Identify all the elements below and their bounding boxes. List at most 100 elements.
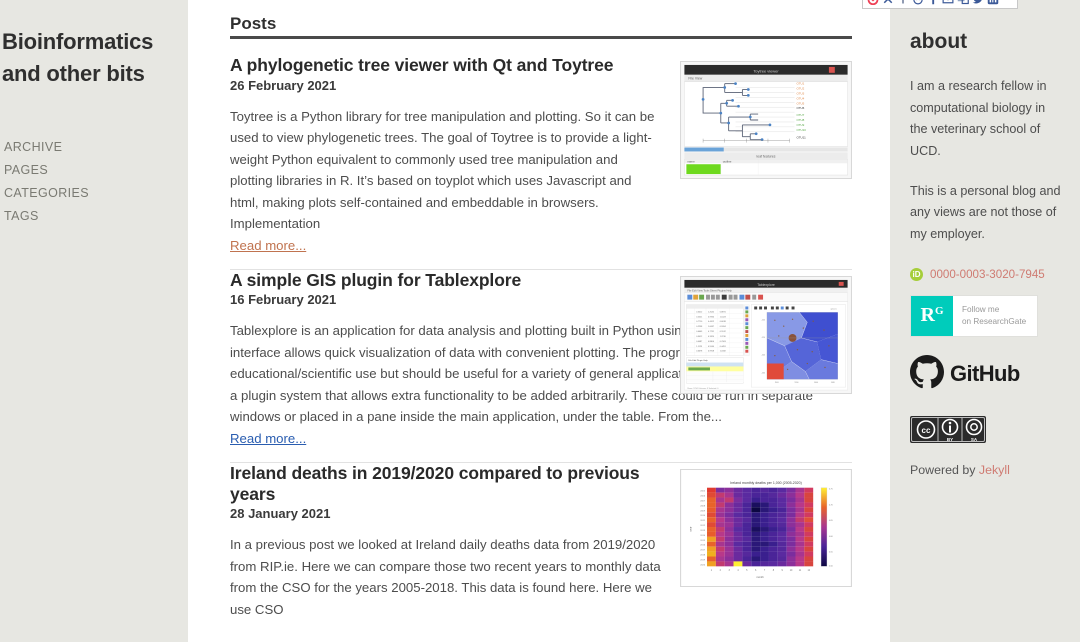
site-title-line2: and other bits [2,60,145,86]
read-more-link[interactable]: Read more... [230,431,306,446]
pocket-icon[interactable] [867,0,879,5]
post-title[interactable]: A simple GIS plugin for Tablexplore [230,270,662,291]
sidebar-item-archive[interactable]: ARCHIVE [4,136,190,159]
svg-text:OTU1: OTU1 [796,82,804,86]
svg-text:0.9204: 0.9204 [720,326,727,328]
svg-text:0.5521: 0.5521 [696,316,702,318]
svg-text:OTU3: OTU3 [796,91,804,95]
svg-text:Rows: 1234 Columns: 9 Select: Rows: 1234 Columns: 9 Selected: 0 [687,387,719,390]
creative-commons-badge[interactable]: cc BY SA [910,415,986,443]
svg-text:2009: 2009 [700,510,706,512]
svg-text:Toytree viewer: Toytree viewer [753,68,779,73]
jekyll-link[interactable]: Jekyll [979,463,1010,477]
post-item: Ireland deaths in 2019/2020 compared to … [230,463,852,636]
researchgate-icon: RG [911,295,953,336]
researchgate-mark-sup: G [934,304,944,317]
about-paragraph-1: I am a research fellow in computational … [910,79,1047,158]
powered-by-prefix: Powered by [910,462,979,477]
svg-text:0.3412: 0.3412 [696,311,702,313]
svg-text:0.75: 0.75 [829,489,833,491]
linkedin-icon[interactable] [987,0,999,5]
close-icon[interactable] [882,0,894,5]
svg-text:cc: cc [922,426,931,435]
researchgate-label: Follow me on ResearchGate [953,296,1037,336]
post-title[interactable]: A phylogenetic tree viewer with Qt and T… [230,55,662,76]
svg-text:0.2298: 0.2298 [696,326,702,328]
svg-text:5500: 5500 [775,382,779,384]
orcid-id-text[interactable]: 0000-0003-3020-7945 [930,268,1045,281]
sidebar-nav: ARCHIVE PAGES CATEGORIES TAGS [0,136,190,228]
sidebar-item-pages[interactable]: PAGES [4,159,190,182]
svg-text:0.5540: 0.5540 [708,346,715,348]
site-title-line1: Bioinformatics [2,29,154,54]
svg-text:2017: 2017 [700,550,706,552]
left-sidebar: Bioinformatics and other bits ARCHIVE PA… [0,0,190,642]
share-icon[interactable] [957,0,969,5]
github-icon [910,354,944,394]
svg-text:OTU10: OTU10 [796,128,806,132]
svg-text:SA: SA [971,437,978,442]
researchgate-badge[interactable]: RG Follow me on ResearchGate [910,294,1038,337]
svg-text:OTU7: OTU7 [796,113,804,117]
post-title[interactable]: Ireland deaths in 2019/2020 compared to … [230,463,662,504]
svg-text:1.0332: 1.0332 [720,350,726,352]
svg-text:0.6643: 0.6643 [696,331,702,333]
svg-text:0.55: 0.55 [829,552,833,554]
svg-text:2019: 2019 [700,559,706,561]
researchgate-line2: on ResearchGate [962,316,1027,326]
svg-text:2008: 2008 [700,505,706,507]
svg-text:1.0087: 1.0087 [708,326,714,328]
researchgate-mark-letter: R [920,304,935,327]
svg-text:2007: 2007 [700,500,706,502]
sidebar-item-tags[interactable]: TAGS [4,205,190,228]
svg-text:1.2042: 1.2042 [708,311,714,313]
svg-text:0.5512: 0.5512 [720,331,726,333]
orcid-link[interactable]: iD 0000-0003-3020-7945 [910,267,1066,281]
main-content: Posts A phylogenetic tree viewer with Qt… [190,0,890,642]
post-excerpt: Toytree is a Python library for tree man… [230,108,655,232]
svg-text:OTU4: OTU4 [796,96,804,100]
heading-rule [230,36,852,39]
svg-text:5550: 5550 [795,382,799,384]
sidebar-item-categories[interactable]: CATEGORIES [4,182,190,205]
svg-text:month: month [757,575,765,579]
svg-text:0.4491: 0.4491 [720,346,726,348]
reddit-icon[interactable] [912,0,924,5]
svg-text:5600: 5600 [814,382,818,384]
read-more-link[interactable]: Read more... [230,238,306,253]
facebook-icon[interactable] [927,0,939,5]
svg-text:0.9012: 0.9012 [696,336,702,338]
svg-text:1.2210: 1.2210 [720,336,727,338]
svg-text:0.65: 0.65 [829,520,833,522]
plus-icon[interactable] [897,0,909,5]
orcid-icon: iD [910,267,923,281]
site-title[interactable]: Bioinformatics and other bits [0,26,190,90]
svg-text:File Edit Plugin Help: File Edit Plugin Help [688,359,708,362]
share-toolbar[interactable] [862,0,1018,9]
svg-text:0.8806: 0.8806 [708,341,714,343]
blog-page: Bioinformatics and other bits ARCHIVE PA… [0,0,1080,642]
svg-text:leaf features: leaf features [757,154,776,158]
svg-text:5650: 5650 [831,382,835,384]
about-paragraph-2: This is a personal blog and any views ar… [910,183,1061,241]
svg-text:OTU8: OTU8 [796,118,804,122]
svg-text:2015: 2015 [700,540,706,542]
svg-text:-520: -520 [762,337,766,339]
svg-text:2006: 2006 [700,495,706,497]
svg-text:2011: 2011 [700,520,705,522]
post-thumbnail-phylogenetic-tree-viewer[interactable]: Toytree viewer File View OTU1 OTU2 OTU3 … [680,61,852,179]
svg-text:File Edit View Tools Sheet: File Edit View Tools Sheet Plugins Help [687,288,732,292]
twitter-icon[interactable] [972,0,984,5]
svg-text:OTU6: OTU6 [796,106,804,110]
share-toolbar-inner [862,0,1018,9]
svg-text:2018: 2018 [700,554,706,556]
svg-text:2020: 2020 [700,564,706,566]
svg-text:0.7003: 0.7003 [720,341,726,343]
post-thumbnail-ireland-deaths-heatmap[interactable]: Ireland monthly deaths per 1,000 (2005-2… [680,468,852,587]
post-thumbnail-gis-plugin[interactable]: Tablexplore File Edit View Tools Sheet P… [680,275,852,394]
email-icon[interactable] [942,0,954,5]
svg-text:OTU11: OTU11 [796,136,806,140]
svg-text:0.4487: 0.4487 [696,341,702,343]
svg-text:0.7731: 0.7731 [708,331,714,333]
github-link[interactable]: GitHub [910,354,1066,394]
